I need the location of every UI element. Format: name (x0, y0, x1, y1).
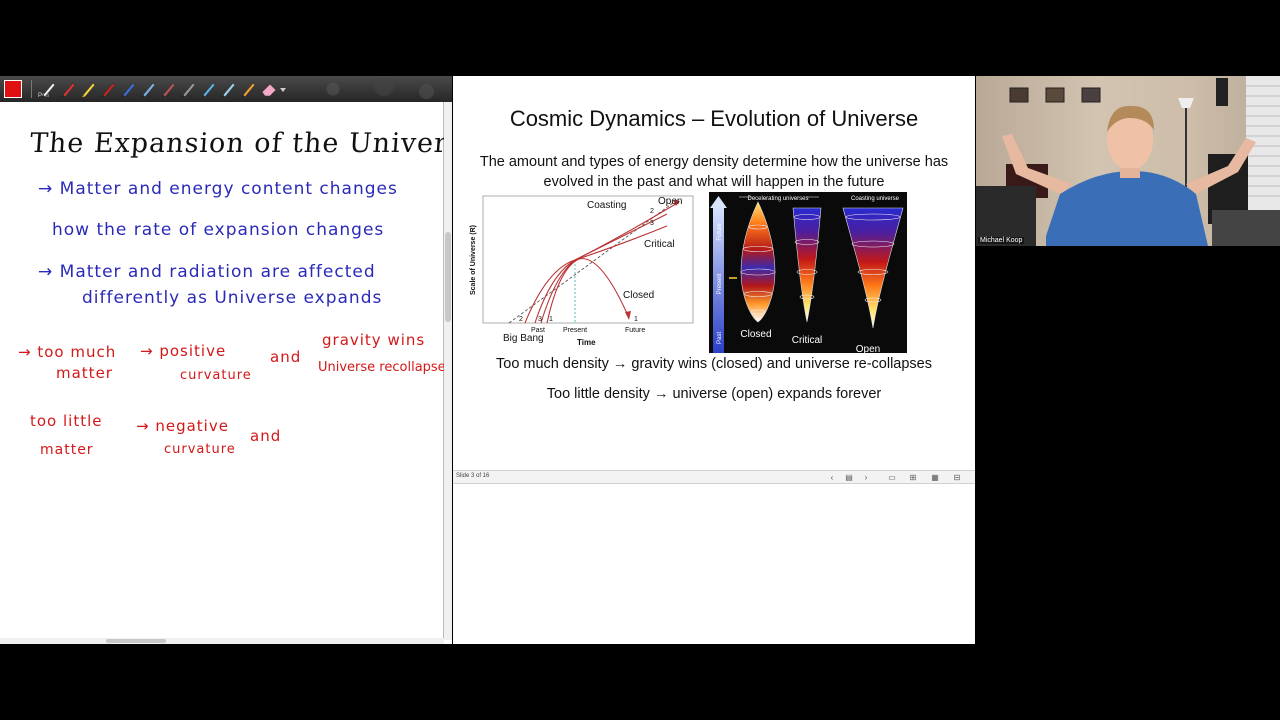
notes-pane[interactable] (453, 484, 975, 644)
whiteboard-toolbar: Pen (0, 76, 452, 102)
wall-picture (1081, 87, 1101, 103)
y-axis-label: Scale of Universe (R) (470, 225, 477, 295)
curve-number-1: 1 (634, 316, 638, 323)
tick-big-bang: Big Bang (503, 333, 544, 344)
previous-slide-icon[interactable]: ‹ (827, 473, 837, 482)
wall-picture (1045, 87, 1065, 103)
highlighter-icon[interactable] (79, 79, 98, 99)
curve-number-2: 2 (519, 316, 523, 323)
slideshow-icon[interactable]: ⊟ (952, 473, 962, 482)
note-line: curvature (164, 442, 236, 457)
scrollbar-thumb[interactable] (106, 639, 166, 643)
lamp-shade (1178, 98, 1194, 108)
webcam-scene (976, 76, 1280, 246)
curve-number-1: 1 (549, 316, 553, 323)
slide-intro-text: The amount and types of energy density d… (479, 154, 949, 190)
participant-name: Michael Koop (978, 237, 1025, 244)
pen-icon[interactable] (39, 79, 58, 99)
slide-counter: Slide 3 of 16 (456, 473, 490, 479)
webcam-feed: Michael Koop (976, 76, 1280, 246)
tick-past: Past (531, 327, 545, 334)
note-line: gravity wins (322, 331, 426, 349)
scrollbar-thumb[interactable] (445, 232, 451, 322)
pen-icon[interactable] (99, 79, 118, 99)
eraser-icon[interactable] (259, 79, 278, 99)
slide-text-open: Too little density → universe (open) exp… (546, 386, 882, 402)
slide-title: Cosmic Dynamics – Evolution of Universe (509, 106, 919, 131)
closed-universe-label: Closed (740, 329, 771, 340)
person-shirt (1046, 171, 1208, 246)
pen-icon[interactable] (139, 79, 158, 99)
horizontal-scrollbar[interactable] (0, 638, 444, 644)
coasting-label: Coasting (587, 200, 626, 211)
note-line: and (250, 427, 282, 445)
whiteboard-app: Pen The Expansion of the Universe → Matt… (0, 76, 452, 644)
pen-icon[interactable] (159, 79, 178, 99)
normal-view-icon[interactable]: ▭ (887, 473, 897, 482)
note-line: differently as Universe expands (82, 288, 383, 308)
universe-shapes-figure: Future Present Past Decelerating univers… (709, 192, 907, 353)
open-universe-shape (842, 207, 904, 329)
note-line: → too much (18, 343, 117, 361)
scale-vs-time-graph: Coasting Open 2 3 Critical Closed 1 2 3 … (470, 195, 694, 347)
person-neck (1120, 168, 1140, 178)
note-line: too little (30, 412, 103, 430)
note-line: → Matter and radiation are affected (38, 262, 376, 282)
curve-number-2: 2 (650, 208, 654, 215)
closed-label: Closed (623, 290, 654, 301)
coasting-universe-label: Coasting universe (851, 196, 900, 202)
vertical-scrollbar[interactable] (444, 102, 452, 640)
whiteboard-title: The Expansion of the Universe (28, 128, 452, 159)
note-line: matter (56, 364, 113, 382)
pen-icon[interactable] (219, 79, 238, 99)
presentation-window: Cosmic Dynamics – Evolution of Universe … (453, 76, 975, 644)
slide-status-bar: Slide 3 of 16 ‹ ▤ › ▭ ⊞ ▦ ⊟ (453, 470, 975, 484)
toolbar-separator (31, 80, 32, 98)
note-line: matter (40, 442, 94, 458)
open-label: Open (658, 196, 682, 207)
pen-icon[interactable] (199, 79, 218, 99)
axis-past-label: Past (717, 332, 723, 344)
time-axis-arrow (710, 196, 727, 208)
whiteboard-canvas[interactable]: The Expansion of the Universe → Matter a… (0, 102, 452, 640)
critical-universe-label: Critical (792, 335, 823, 346)
critical-label: Critical (644, 239, 675, 250)
curve-number-3: 3 (538, 316, 542, 323)
critical-universe-shape (792, 207, 822, 323)
pen-color-swatch[interactable] (4, 80, 22, 98)
note-line: and (270, 348, 302, 366)
closed-universe-shape (740, 201, 776, 323)
note-line: how the rate of expansion changes (52, 220, 385, 240)
decelerating-label: Decelerating universes (747, 196, 808, 202)
note-line: curvature (180, 368, 252, 383)
pen-icon[interactable] (59, 79, 78, 99)
axis-present-label: Present (717, 273, 723, 294)
screen: Pen The Expansion of the Universe → Matt… (0, 0, 1280, 720)
toolbar-decoration (282, 76, 452, 102)
wall-frame (1216, 78, 1228, 106)
axis-future-label: Future (717, 223, 723, 241)
wall-picture (1009, 87, 1029, 103)
tick-present: Present (563, 327, 587, 334)
pen-icon[interactable] (239, 79, 258, 99)
keyboard-stand (1212, 210, 1280, 246)
pen-icon[interactable] (179, 79, 198, 99)
tick-future: Future (625, 327, 645, 334)
next-slide-icon[interactable]: › (861, 473, 871, 482)
note-line: Universe recollapses (318, 360, 452, 375)
pen-icon[interactable] (119, 79, 138, 99)
reading-view-icon[interactable]: ▦ (930, 473, 940, 482)
open-universe-label: Open (856, 344, 880, 353)
note-line: → Matter and energy content changes (38, 179, 398, 199)
slide-menu-icon[interactable]: ▤ (844, 473, 854, 482)
curve-number-3: 3 (650, 220, 654, 227)
slide-text-closed: Too much density → gravity wins (closed)… (496, 356, 932, 372)
note-line: → negative (136, 417, 229, 435)
slide-sorter-icon[interactable]: ⊞ (908, 473, 918, 482)
note-line: → positive (140, 342, 227, 360)
x-axis-label: Time (577, 338, 596, 347)
slide: Cosmic Dynamics – Evolution of Universe … (453, 76, 975, 470)
